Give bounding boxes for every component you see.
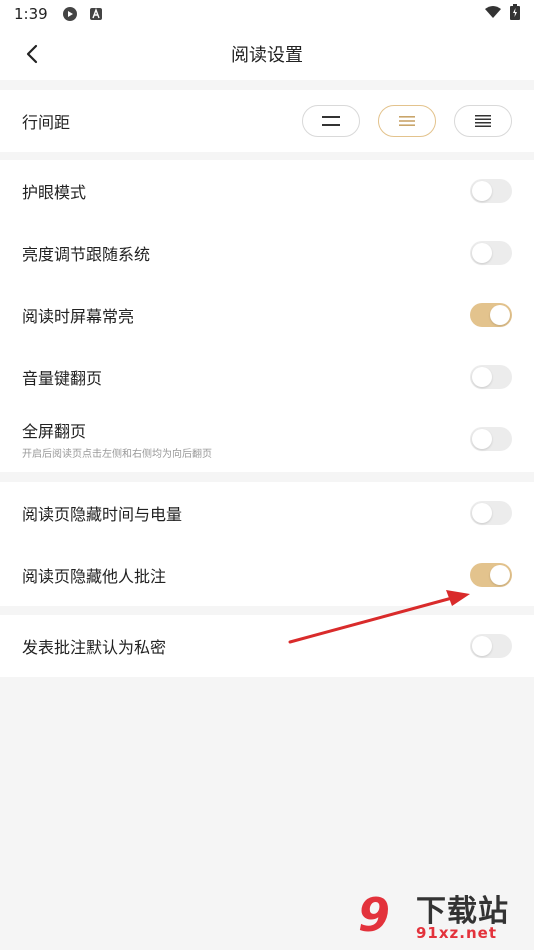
setting-description: 开启后阅读页点击左侧和右侧均为向后翻页 [22,449,212,460]
setting-hide-others-notes: 阅读页隐藏他人批注 [0,544,534,606]
setting-label: 音量键翻页 [22,369,103,388]
line-spacing-row: 行间距 [0,90,534,152]
setting-label: 护眼模式 [22,183,87,202]
spacing-wide-icon [475,115,491,127]
fullscreen-turn-toggle[interactable] [470,427,512,451]
notes-private-toggle[interactable] [470,634,512,658]
setting-label: 阅读时屏幕常亮 [22,307,135,326]
chevron-left-icon [26,44,38,64]
setting-notes-private-default: 发表批注默认为私密 [0,615,534,677]
screen-always-on-toggle[interactable] [470,303,512,327]
watermark-logo: 9 [358,888,391,942]
line-spacing-section: 行间距 [0,90,534,152]
settings-group-1: 护眼模式 亮度调节跟随系统 阅读时屏幕常亮 音量键翻页 全屏翻页 开启后阅读页点… [0,160,534,472]
line-spacing-label: 行间距 [22,113,71,132]
setting-label: 阅读页隐藏他人批注 [22,567,167,586]
battery-icon [510,4,520,24]
status-time: 1:39 [14,5,48,23]
back-button[interactable] [18,40,46,68]
hide-others-notes-toggle[interactable] [470,563,512,587]
settings-group-2: 阅读页隐藏时间与电量 阅读页隐藏他人批注 [0,482,534,606]
eye-protection-toggle[interactable] [470,179,512,203]
spacing-medium-button[interactable] [378,105,436,137]
brightness-follow-toggle[interactable] [470,241,512,265]
a-icon [88,6,104,22]
spacing-narrow-button[interactable] [302,105,360,137]
tencent-video-icon [62,6,78,22]
status-bar: 1:39 [0,0,534,28]
settings-group-3: 发表批注默认为私密 [0,615,534,677]
hide-time-battery-toggle[interactable] [470,501,512,525]
setting-hide-time-battery: 阅读页隐藏时间与电量 [0,482,534,544]
setting-label: 亮度调节跟随系统 [22,245,151,264]
setting-label: 全屏翻页 [22,422,87,441]
watermark: 9 下载站 91xz.net [358,886,530,948]
title-bar: 阅读设置 [0,28,534,80]
spacing-wide-button[interactable] [454,105,512,137]
setting-screen-always-on: 阅读时屏幕常亮 [0,284,534,346]
setting-brightness-follow-system: 亮度调节跟随系统 [0,222,534,284]
wifi-icon [484,5,502,23]
setting-label: 发表批注默认为私密 [22,638,167,657]
volume-key-toggle[interactable] [470,365,512,389]
page-title: 阅读设置 [231,45,303,66]
watermark-url: 91xz.net [416,924,498,942]
spacing-medium-icon [399,116,415,126]
spacing-narrow-icon [322,116,340,126]
setting-fullscreen-turn: 全屏翻页 开启后阅读页点击左侧和右侧均为向后翻页 [0,408,534,470]
setting-eye-protection: 护眼模式 [0,160,534,222]
setting-volume-key-turn: 音量键翻页 [0,346,534,408]
setting-label: 阅读页隐藏时间与电量 [22,505,183,524]
